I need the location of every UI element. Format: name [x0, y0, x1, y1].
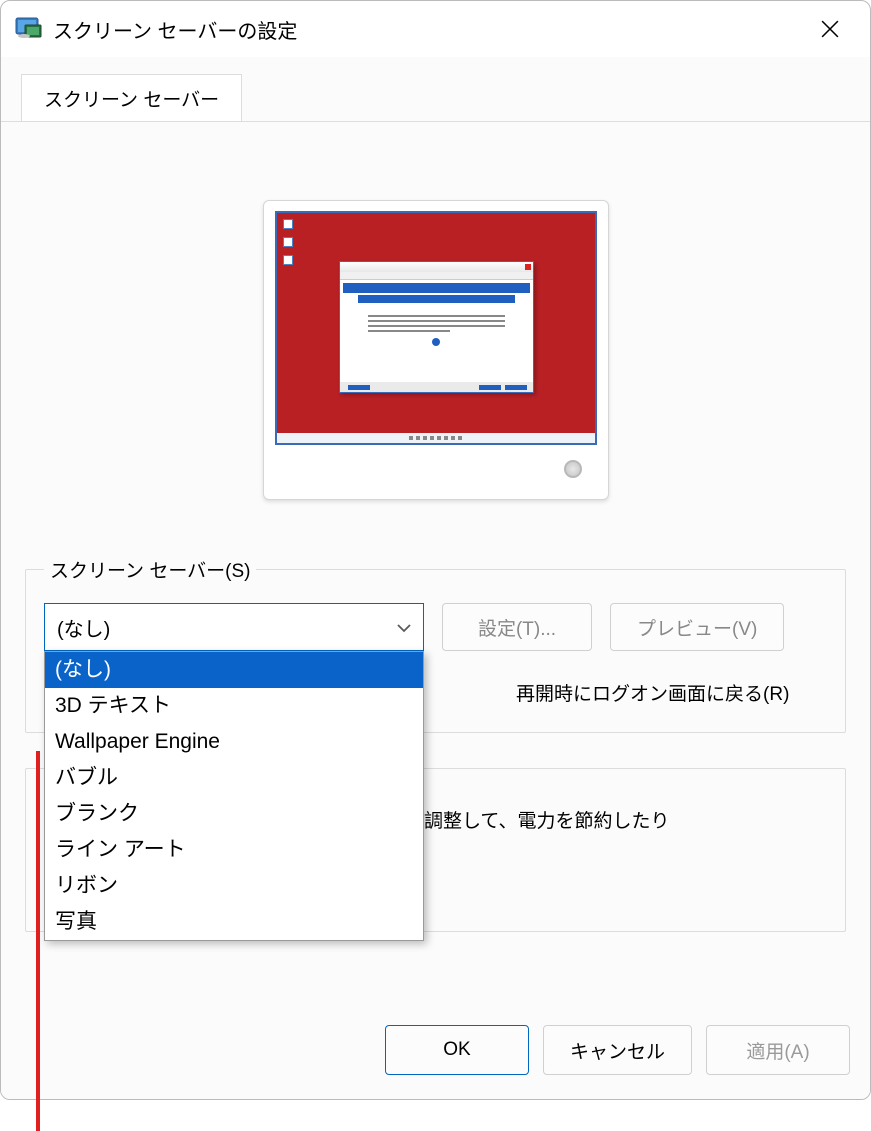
option-3d-text[interactable]: 3D テキスト [45, 688, 423, 724]
monitor-stand [274, 445, 598, 493]
desktop-icon [283, 219, 293, 229]
dialog-footer: OK キャンセル 適用(A) [1, 1005, 870, 1099]
title-bar: スクリーン セーバーの設定 [1, 1, 870, 57]
desktop-icon [283, 255, 293, 265]
monitor-screen [275, 211, 597, 445]
option-photos[interactable]: 写真 [45, 904, 423, 940]
settings-button: 設定(T)... [442, 603, 592, 651]
power-icon [564, 460, 582, 478]
option-wallpaper-engine[interactable]: Wallpaper Engine [45, 724, 423, 760]
option-none[interactable]: (なし) [45, 652, 423, 688]
option-ribbon[interactable]: リボン [45, 868, 423, 904]
cancel-button[interactable]: キャンセル [543, 1025, 692, 1075]
tab-screensaver[interactable]: スクリーン セーバー [21, 74, 242, 122]
monitor-preview [263, 200, 609, 500]
tab-content: スクリーン セーバー(S) (なし) (なし) 3D テキスト Wallpape… [1, 121, 870, 1005]
chevron-down-icon [397, 616, 411, 639]
desktop-icon [283, 237, 293, 247]
apply-button: 適用(A) [706, 1025, 850, 1075]
screensaver-selected-value: (なし) [57, 613, 110, 642]
option-blank[interactable]: ブランク [45, 796, 423, 832]
option-bubbles[interactable]: バブル [45, 760, 423, 796]
resume-logon-label: 再開時にログオン画面に戻る(R) [516, 679, 789, 706]
screensaver-dropdown: (なし) 3D テキスト Wallpaper Engine バブル ブランク ラ… [44, 651, 424, 941]
preview-area [11, 122, 860, 500]
screensaver-select[interactable]: (なし) (なし) 3D テキスト Wallpaper Engine バブル ブ… [44, 603, 424, 651]
preview-taskbar [277, 433, 595, 443]
close-button[interactable] [806, 9, 854, 49]
screensaver-settings-dialog: スクリーン セーバーの設定 スクリーン セーバー [0, 0, 871, 1100]
window-title: スクリーン セーバーの設定 [53, 15, 806, 44]
preview-button: プレビュー(V) [610, 603, 784, 651]
option-line-art[interactable]: ライン アート [45, 832, 423, 868]
preview-window [339, 261, 534, 393]
ok-button[interactable]: OK [385, 1025, 529, 1075]
tabs: スクリーン セーバー [1, 57, 870, 121]
close-icon [821, 20, 839, 38]
screensaver-group: スクリーン セーバー(S) (なし) (なし) 3D テキスト Wallpape… [25, 556, 846, 733]
screensaver-icon [15, 17, 43, 41]
screensaver-select-box[interactable]: (なし) [44, 603, 424, 651]
screensaver-legend: スクリーン セーバー(S) [44, 556, 256, 583]
